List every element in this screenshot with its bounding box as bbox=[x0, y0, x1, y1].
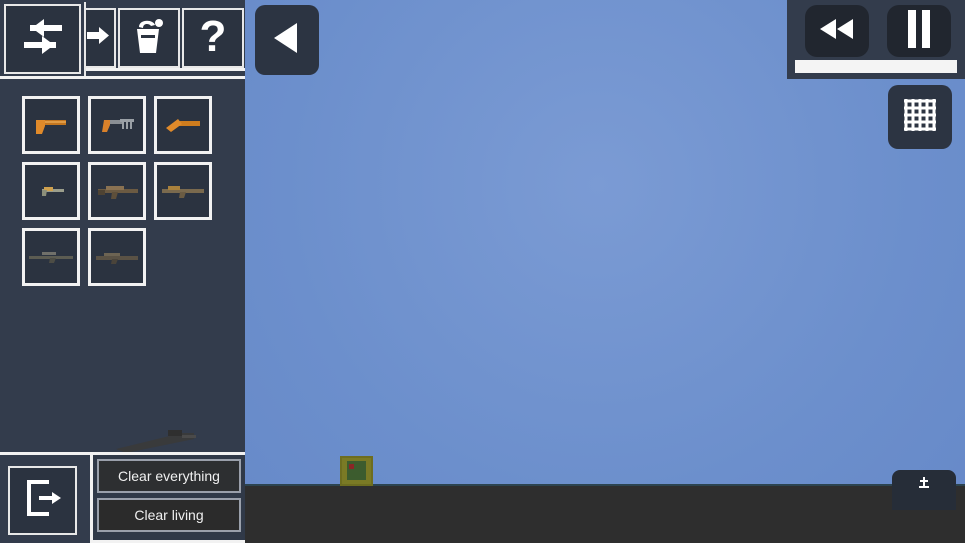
grid-icon bbox=[900, 95, 940, 140]
clear-living-button[interactable]: Clear living bbox=[97, 498, 241, 532]
triangle-left-icon bbox=[271, 20, 303, 61]
inventory-slot-2[interactable] bbox=[88, 96, 146, 154]
game-screen: ? Clear everything Clear living bbox=[0, 0, 965, 543]
inventory-grid bbox=[22, 96, 232, 294]
toolbar-item-swap[interactable] bbox=[4, 4, 81, 74]
inventory-slot-6[interactable] bbox=[154, 162, 212, 220]
clear-button-group: Clear everything Clear living bbox=[90, 452, 245, 543]
pistol-icon bbox=[36, 120, 66, 134]
paint-bucket-icon bbox=[129, 15, 169, 62]
sniper-rifle-icon bbox=[29, 252, 73, 263]
left-panel: ? Clear everything Clear living bbox=[0, 0, 245, 543]
inventory-slot-7[interactable] bbox=[22, 228, 80, 286]
assault-rifle-icon bbox=[98, 186, 138, 199]
question-mark-icon: ? bbox=[196, 12, 230, 63]
exit-door-icon bbox=[21, 476, 65, 525]
inventory-row bbox=[22, 162, 232, 220]
rewind-icon bbox=[818, 17, 856, 46]
pause-icon bbox=[906, 9, 932, 54]
dragged-rifle-icon bbox=[112, 427, 204, 455]
toolbar: ? bbox=[0, 0, 245, 79]
inventory-slot-1[interactable] bbox=[22, 96, 80, 154]
panel-bottom-bar: Clear everything Clear living bbox=[0, 452, 245, 543]
clear-everything-button[interactable]: Clear everything bbox=[97, 459, 241, 493]
spawn-button[interactable] bbox=[892, 470, 956, 510]
toolbar-item-insert[interactable] bbox=[81, 8, 116, 68]
swap-arrows-icon bbox=[16, 17, 70, 62]
toolbar-item-paint[interactable] bbox=[118, 8, 180, 68]
arrow-right-icon bbox=[81, 21, 113, 56]
toolbar-item-help[interactable]: ? bbox=[182, 8, 244, 68]
toolbar-underline-right bbox=[86, 68, 245, 71]
sawed-off-icon bbox=[166, 119, 200, 132]
inventory-row bbox=[22, 96, 232, 154]
smg-icon bbox=[42, 187, 64, 196]
machine-pistol-icon bbox=[102, 119, 134, 132]
toolbar-underline bbox=[0, 76, 245, 79]
playback-controls bbox=[787, 0, 965, 79]
inventory-slot-4[interactable] bbox=[22, 162, 80, 220]
anchor-icon bbox=[918, 476, 930, 495]
back-button[interactable] bbox=[255, 5, 319, 75]
shotgun-icon bbox=[96, 253, 138, 264]
inventory-row bbox=[22, 228, 232, 286]
carbine-icon bbox=[162, 186, 204, 198]
pause-button[interactable] bbox=[887, 5, 951, 57]
inventory-slot-8[interactable] bbox=[88, 228, 146, 286]
crate-entity-marker bbox=[349, 464, 354, 469]
inventory-slot-3[interactable] bbox=[154, 96, 212, 154]
timeline-slider[interactable] bbox=[795, 60, 957, 73]
crate-entity[interactable] bbox=[340, 456, 373, 486]
exit-button[interactable] bbox=[8, 466, 77, 535]
rewind-button[interactable] bbox=[805, 5, 869, 57]
inventory-slot-5[interactable] bbox=[88, 162, 146, 220]
grid-button[interactable] bbox=[888, 85, 952, 149]
svg-text:?: ? bbox=[200, 14, 227, 58]
